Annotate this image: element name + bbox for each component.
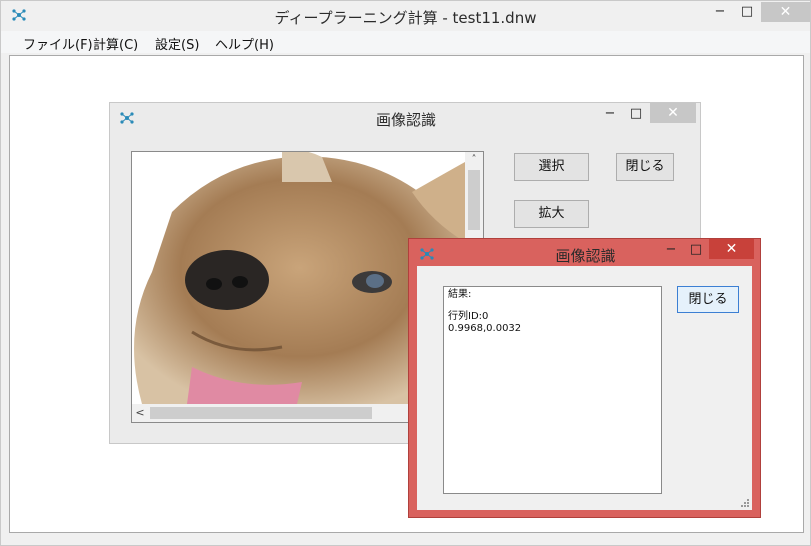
main-window-title: ディープラーニング計算 - test11.dnw — [274, 9, 537, 27]
horizontal-scroll-thumb[interactable] — [150, 407, 372, 419]
result-matrix-id: 行列ID:0 — [448, 311, 489, 322]
scroll-left-arrow-icon[interactable]: < — [132, 404, 148, 422]
result-minimize-button[interactable]: − — [659, 240, 683, 260]
scroll-up-arrow-icon[interactable]: ˄ — [465, 152, 483, 168]
main-titlebar[interactable]: ディープラーニング計算 - test11.dnw − □ ✕ — [1, 1, 810, 31]
result-window: 画像認識 − □ ✕ 結果: 行列ID:0 0.9968,0.0032 閉じる — [408, 238, 761, 518]
result-maximize-button[interactable]: □ — [684, 240, 708, 260]
main-close-button[interactable]: ✕ — [761, 2, 810, 22]
menu-bar: ファイル(F) 計算(C) 設定(S) ヘルプ(H) — [1, 31, 810, 53]
main-minimize-button[interactable]: − — [707, 2, 733, 22]
zoom-button[interactable]: 拡大 — [514, 200, 589, 228]
main-maximize-button[interactable]: □ — [734, 2, 760, 22]
image-close-dialog-button[interactable]: 閉じる — [616, 153, 674, 181]
image-minimize-button[interactable]: − — [598, 104, 622, 124]
result-textbox[interactable]: 結果: 行列ID:0 0.9968,0.0032 — [443, 286, 662, 494]
menu-settings[interactable]: 設定(S) — [155, 34, 199, 53]
result-close-dialog-button[interactable]: 閉じる — [677, 286, 739, 313]
result-values: 0.9968,0.0032 — [448, 323, 522, 334]
select-button[interactable]: 選択 — [514, 153, 589, 181]
result-close-button[interactable]: ✕ — [709, 239, 754, 259]
result-window-body: 結果: 行列ID:0 0.9968,0.0032 閉じる — [417, 266, 752, 510]
result-label: 結果: — [448, 289, 472, 300]
menu-help[interactable]: ヘルプ(H) — [215, 34, 274, 53]
menu-calc[interactable]: 計算(C) — [93, 34, 138, 53]
image-maximize-button[interactable]: □ — [624, 104, 648, 124]
menu-file[interactable]: ファイル(F) — [23, 34, 93, 53]
vertical-scroll-thumb[interactable] — [468, 170, 480, 230]
resize-grip-icon[interactable] — [740, 498, 750, 508]
image-close-button[interactable]: ✕ — [650, 103, 696, 123]
